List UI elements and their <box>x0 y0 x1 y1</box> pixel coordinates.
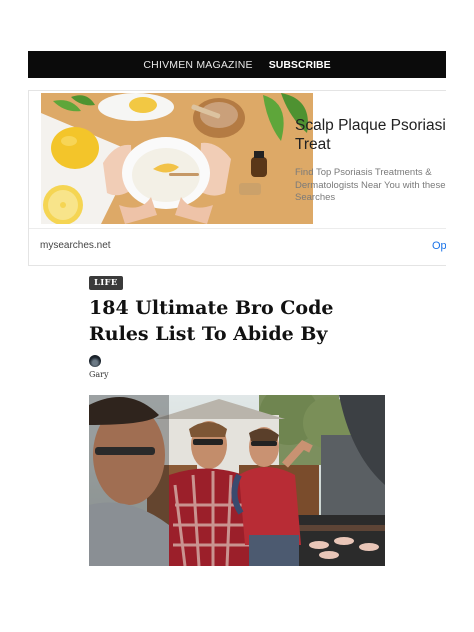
top-navigation-bar: CHIVMEN MAGAZINE SUBSCRIBE <box>28 51 446 78</box>
article-hero-image <box>89 395 385 566</box>
ad-open-button[interactable]: Op <box>432 240 446 252</box>
ad-source-domain[interactable]: mysearches.net <box>40 240 111 251</box>
subscribe-link[interactable]: SUBSCRIBE <box>269 59 331 71</box>
ad-description: Find Top Psoriasis Treatments & Dermatol… <box>295 167 446 203</box>
category-badge[interactable]: LIFE <box>89 276 123 290</box>
article-title: 184 Ultimate Bro Code Rules List To Abid… <box>89 297 334 345</box>
advertisement-card[interactable]: Scalp Plaque Psoriasis Treat Find Top Ps… <box>28 90 446 266</box>
ad-image[interactable] <box>41 93 313 224</box>
author-name[interactable]: Gary <box>89 370 109 379</box>
ad-divider <box>29 228 446 229</box>
site-brand[interactable]: CHIVMEN MAGAZINE <box>143 59 252 71</box>
author-avatar[interactable] <box>89 355 101 367</box>
ad-title[interactable]: Scalp Plaque Psoriasis Treat <box>295 116 446 154</box>
